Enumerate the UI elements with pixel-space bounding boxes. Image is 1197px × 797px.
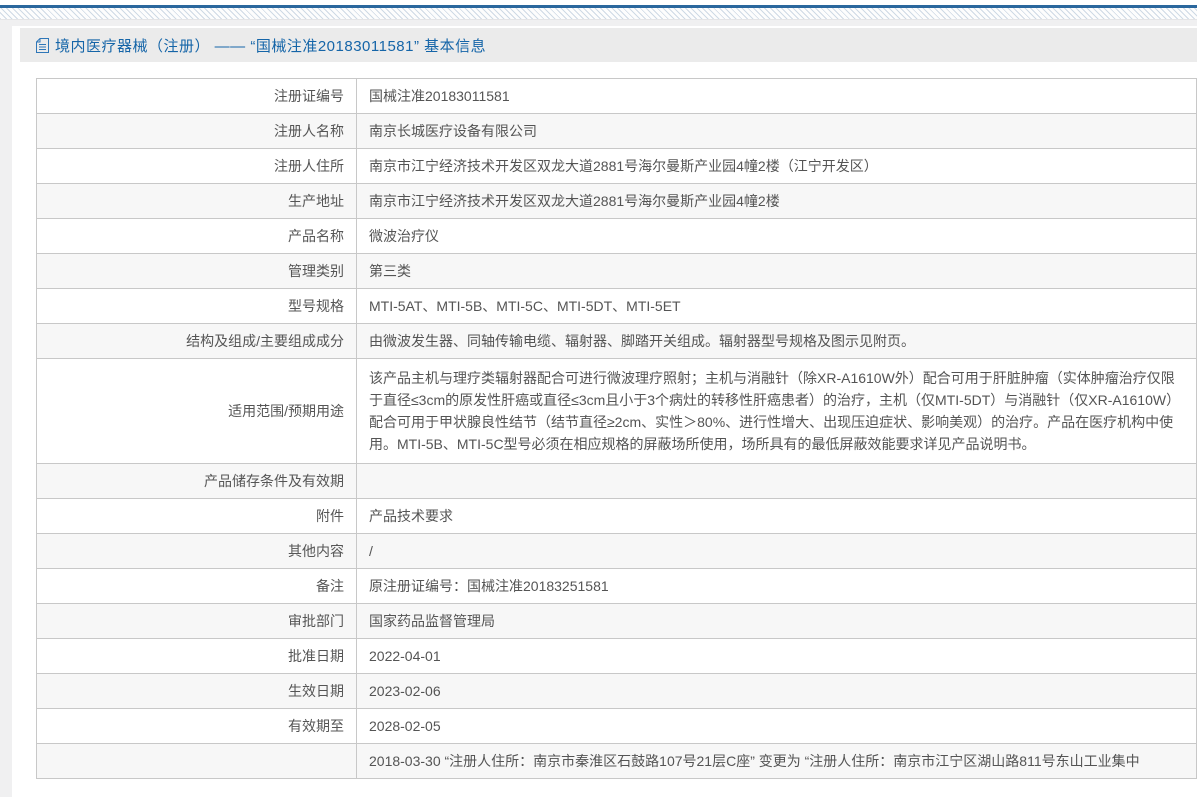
panel-header: 境内医疗器械（注册） —— “国械注准20183011581” 基本信息 bbox=[20, 28, 1197, 62]
row-label: 管理类别 bbox=[36, 253, 357, 289]
table-row: 适用范围/预期用途 该产品主机与理疗类辐射器配合可进行微波理疗照射；主机与消融针… bbox=[36, 358, 1197, 464]
row-label: 批准日期 bbox=[36, 638, 357, 674]
table-row: 生效日期 2023-02-06 bbox=[36, 673, 1197, 709]
striped-band bbox=[0, 8, 1197, 20]
row-label: 有效期至 bbox=[36, 708, 357, 744]
row-value: 南京市江宁经济技术开发区双龙大道2881号海尔曼斯产业园4幢2楼 bbox=[356, 183, 1197, 219]
row-label bbox=[36, 743, 357, 779]
row-value: 产品技术要求 bbox=[356, 498, 1197, 534]
table-row: 注册人住所 南京市江宁经济技术开发区双龙大道2881号海尔曼斯产业园4幢2楼（江… bbox=[36, 148, 1197, 184]
row-value: 南京长城医疗设备有限公司 bbox=[356, 113, 1197, 149]
row-label: 注册证编号 bbox=[36, 78, 357, 114]
row-value: 第三类 bbox=[356, 253, 1197, 289]
table-row: 备注 原注册证编号：国械注准20183251581 bbox=[36, 568, 1197, 604]
row-value: 国家药品监督管理局 bbox=[356, 603, 1197, 639]
table-row: 附件 产品技术要求 bbox=[36, 498, 1197, 534]
row-value: 国械注准20183011581 bbox=[356, 78, 1197, 114]
table-row: 产品储存条件及有效期 bbox=[36, 463, 1197, 499]
row-label: 型号规格 bbox=[36, 288, 357, 324]
table-row: 管理类别 第三类 bbox=[36, 253, 1197, 289]
table-row: 注册人名称 南京长城医疗设备有限公司 bbox=[36, 113, 1197, 149]
row-label: 其他内容 bbox=[36, 533, 357, 569]
table-row: 审批部门 国家药品监督管理局 bbox=[36, 603, 1197, 639]
page-title: 境内医疗器械（注册） —— “国械注准20183011581” 基本信息 bbox=[55, 37, 487, 55]
row-label: 审批部门 bbox=[36, 603, 357, 639]
row-value bbox=[356, 463, 1197, 499]
row-label: 适用范围/预期用途 bbox=[36, 358, 357, 464]
content-panel: 境内医疗器械（注册） —— “国械注准20183011581” 基本信息 注册证… bbox=[12, 26, 1197, 797]
row-label: 注册人住所 bbox=[36, 148, 357, 184]
row-label: 结构及组成/主要组成成分 bbox=[36, 323, 357, 359]
row-label: 产品储存条件及有效期 bbox=[36, 463, 357, 499]
row-value: 2028-02-05 bbox=[356, 708, 1197, 744]
row-label: 备注 bbox=[36, 568, 357, 604]
row-value: 南京市江宁经济技术开发区双龙大道2881号海尔曼斯产业园4幢2楼（江宁开发区） bbox=[356, 148, 1197, 184]
row-value: 微波治疗仪 bbox=[356, 218, 1197, 254]
document-icon bbox=[36, 37, 49, 53]
row-value: 2023-02-06 bbox=[356, 673, 1197, 709]
row-value: 2022-04-01 bbox=[356, 638, 1197, 674]
info-table: 注册证编号 国械注准20183011581 注册人名称 南京长城医疗设备有限公司… bbox=[36, 78, 1197, 779]
table-row: 生产地址 南京市江宁经济技术开发区双龙大道2881号海尔曼斯产业园4幢2楼 bbox=[36, 183, 1197, 219]
table-row: 型号规格 MTI-5AT、MTI-5B、MTI-5C、MTI-5DT、MTI-5… bbox=[36, 288, 1197, 324]
row-label: 生效日期 bbox=[36, 673, 357, 709]
row-label: 注册人名称 bbox=[36, 113, 357, 149]
row-value: 原注册证编号：国械注准20183251581 bbox=[356, 568, 1197, 604]
row-value: 该产品主机与理疗类辐射器配合可进行微波理疗照射；主机与消融针（除XR-A1610… bbox=[356, 358, 1197, 464]
row-value: MTI-5AT、MTI-5B、MTI-5C、MTI-5DT、MTI-5ET bbox=[356, 288, 1197, 324]
table-row-change-record: 2018-03-30 “注册人住所：南京市秦淮区石鼓路107号21层C座” 变更… bbox=[36, 743, 1197, 779]
row-label: 附件 bbox=[36, 498, 357, 534]
row-value: 2018-03-30 “注册人住所：南京市秦淮区石鼓路107号21层C座” 变更… bbox=[356, 743, 1197, 779]
row-label: 生产地址 bbox=[36, 183, 357, 219]
table-row: 批准日期 2022-04-01 bbox=[36, 638, 1197, 674]
row-label: 产品名称 bbox=[36, 218, 357, 254]
row-value: 由微波发生器、同轴传输电缆、辐射器、脚踏开关组成。辐射器型号规格及图示见附页。 bbox=[356, 323, 1197, 359]
table-row: 其他内容 / bbox=[36, 533, 1197, 569]
table-row: 结构及组成/主要组成成分 由微波发生器、同轴传输电缆、辐射器、脚踏开关组成。辐射… bbox=[36, 323, 1197, 359]
table-row: 注册证编号 国械注准20183011581 bbox=[36, 78, 1197, 114]
row-value: / bbox=[356, 533, 1197, 569]
table-row: 有效期至 2028-02-05 bbox=[36, 708, 1197, 744]
table-row: 产品名称 微波治疗仪 bbox=[36, 218, 1197, 254]
